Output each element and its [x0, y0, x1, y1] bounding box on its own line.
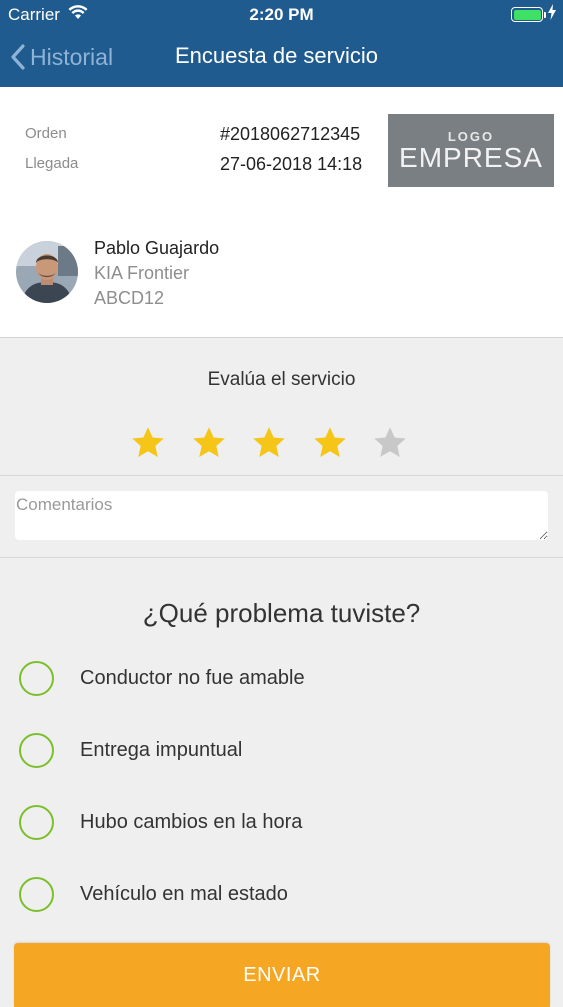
radio-button[interactable]: [19, 804, 54, 840]
problem-option[interactable]: Entrega impuntual: [19, 730, 242, 770]
divider: [0, 475, 563, 476]
divider: [0, 557, 563, 558]
navigation-bar: Carrier 2:20 PM Historial Encuesta de se…: [0, 0, 563, 87]
problem-option-label: Conductor no fue amable: [80, 666, 305, 689]
star-empty-icon[interactable]: [372, 425, 408, 461]
star-filled-icon[interactable]: [130, 425, 166, 461]
battery-icon: [511, 7, 543, 22]
order-number: #2018062712345: [220, 124, 361, 144]
back-button-label: Historial: [30, 43, 114, 70]
charging-bolt-icon: [547, 4, 557, 25]
problem-option[interactable]: Conductor no fue amable: [19, 658, 305, 698]
company-logo: LOGO EMPRESA: [388, 114, 554, 187]
logo-bottom-text: EMPRESA: [399, 142, 543, 173]
back-button[interactable]: Historial: [10, 42, 113, 72]
star-filled-icon[interactable]: [251, 425, 287, 461]
vehicle-model: KIA Frontier: [94, 263, 190, 283]
chevron-left-icon: [11, 44, 25, 70]
comments-field[interactable]: [15, 491, 548, 540]
problem-question-title: ¿Qué problema tuviste?: [142, 598, 421, 628]
problem-option-label: Entrega impuntual: [80, 738, 243, 761]
problem-option-label: Vehículo en mal estado: [80, 882, 288, 905]
clock: 2:20 PM: [249, 5, 314, 24]
radio-button[interactable]: [19, 660, 54, 696]
order-label: Orden: [25, 125, 67, 142]
rating-title: Evalúa el servicio: [207, 369, 356, 390]
status-bar: Carrier 2:20 PM: [0, 0, 563, 30]
problem-option[interactable]: Hubo cambios en la hora: [19, 802, 302, 842]
arrival-label: Llegada: [25, 155, 79, 172]
order-card: Orden #2018062712345 Llegada 27-06-2018 …: [0, 87, 563, 338]
driver-avatar: [16, 241, 78, 303]
vehicle-plate: ABCD12: [94, 288, 165, 308]
submit-button[interactable]: ENVIAR: [14, 943, 550, 1007]
star-rating[interactable]: [130, 425, 433, 461]
star-filled-icon[interactable]: [312, 425, 348, 461]
arrival-datetime: 27-06-2018 14:18: [220, 154, 363, 174]
page-title: Encuesta de servicio: [175, 43, 378, 68]
radio-button[interactable]: [19, 876, 54, 912]
problem-option[interactable]: Vehículo en mal estado: [19, 874, 288, 914]
driver-name: Pablo Guajardo: [94, 238, 220, 258]
problem-option-label: Hubo cambios en la hora: [80, 810, 303, 833]
radio-button[interactable]: [19, 732, 54, 768]
star-filled-icon[interactable]: [191, 425, 227, 461]
